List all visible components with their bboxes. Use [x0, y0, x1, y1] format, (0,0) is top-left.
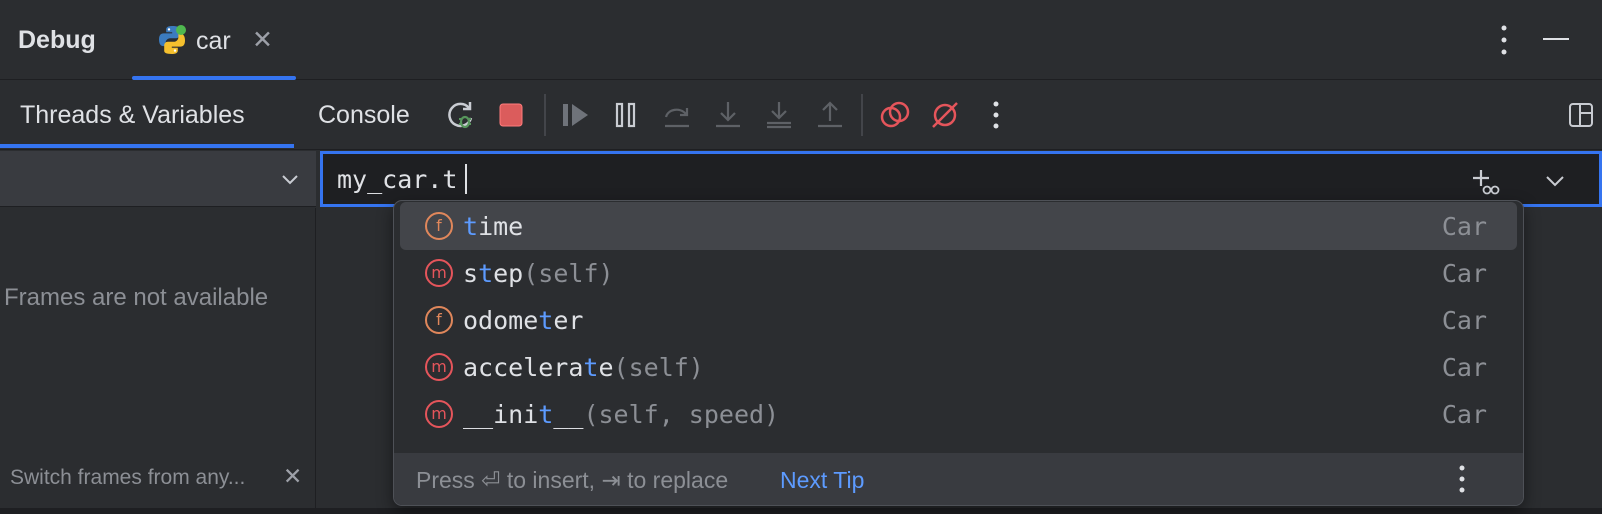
completion-item[interactable]: m step(self) Car — [400, 249, 1517, 297]
python-icon — [159, 25, 186, 54]
completion-item[interactable]: f odometer Car — [400, 296, 1517, 344]
rerun-debug-icon[interactable] — [443, 97, 479, 133]
status-strip — [0, 508, 1602, 514]
debugger-toolbar: Threads & Variables Console — [0, 80, 1602, 150]
method-kind-icon: m — [425, 353, 453, 381]
step-into-icon[interactable] — [710, 97, 746, 133]
toolbar-separator — [544, 94, 546, 136]
pause-icon[interactable] — [608, 97, 644, 133]
close-icon[interactable]: ✕ — [283, 463, 302, 490]
completion-type: Car — [1441, 306, 1487, 335]
method-kind-icon: m — [425, 259, 453, 287]
step-out-icon[interactable] — [812, 97, 848, 133]
completion-type: Car — [1441, 259, 1487, 288]
completion-type: Car — [1441, 353, 1487, 382]
stop-icon[interactable] — [493, 97, 529, 133]
completion-footer: Press ⏎ to insert, ⇥ to replace Next Tip — [394, 453, 1523, 505]
completion-name: step(self) — [463, 259, 614, 288]
completion-name-match: t — [538, 400, 554, 429]
field-kind-icon: f — [425, 212, 453, 240]
more-icon[interactable] — [978, 97, 1014, 133]
completion-name-after: ep — [493, 259, 524, 288]
frames-selector[interactable] — [0, 151, 316, 207]
completion-name-before: s — [463, 259, 479, 288]
completion-hint: Press ⏎ to insert, ⇥ to replace — [416, 467, 729, 493]
completion-name-after: e — [598, 353, 614, 382]
completion-item[interactable]: m accelerate(self) Car — [400, 343, 1517, 391]
completion-item[interactable]: m __init__(self, speed) Car — [400, 390, 1517, 438]
completion-name-match: t — [538, 306, 554, 335]
completion-name-params: (self) — [523, 259, 614, 288]
completion-name-params: (self, speed) — [583, 400, 780, 429]
completion-type: Car — [1441, 400, 1487, 429]
layout-icon[interactable] — [1563, 97, 1599, 133]
completion-popup: f time Car m step(self) Car f odometer Car m accel… — [393, 200, 1524, 506]
completion-name-after: ime — [478, 212, 524, 241]
resume-icon[interactable] — [558, 97, 594, 133]
completion-name-match: t — [463, 212, 479, 241]
completion-name-match: t — [478, 259, 494, 288]
run-tab-label: car — [196, 27, 231, 55]
completion-type: Car — [1441, 212, 1487, 241]
completion-name-before: __ini — [463, 400, 539, 429]
minimize-icon[interactable] — [1543, 38, 1569, 40]
mute-breakpoints-icon[interactable] — [927, 97, 963, 133]
evaluate-expression-field[interactable] — [320, 151, 1602, 207]
tab-threads-variables[interactable]: Threads & Variables — [20, 80, 245, 150]
completion-name: odometer — [463, 306, 583, 335]
completion-name: __init__(self, speed) — [463, 400, 779, 429]
frames-hint: Switch frames from any... — [10, 466, 246, 489]
completion-name-after: er — [553, 306, 584, 335]
run-config-tab[interactable]: car ✕ — [132, 0, 296, 80]
frames-panel: Frames are not available Switch frames f… — [0, 208, 316, 508]
completion-name-params: (self) — [613, 353, 704, 382]
step-into-my-code-icon[interactable] — [761, 97, 797, 133]
method-kind-icon: m — [425, 400, 453, 428]
completion-item[interactable]: f time Car — [400, 202, 1517, 250]
completion-name-after: __ — [553, 400, 584, 429]
active-tab-indicator — [0, 144, 294, 148]
chevron-down-icon — [282, 175, 298, 185]
title-bar: Debug car ✕ — [0, 0, 1602, 80]
completion-name: accelerate(self) — [463, 353, 704, 382]
completion-name-before: accelera — [463, 353, 584, 382]
view-breakpoints-icon[interactable] — [877, 97, 913, 133]
tool-window-title: Debug — [18, 26, 96, 54]
completion-name-before: odome — [463, 306, 539, 335]
step-over-icon[interactable] — [659, 97, 695, 133]
more-vertical-icon[interactable] — [1496, 22, 1512, 58]
completion-name-match: t — [583, 353, 599, 382]
add-watch-icon[interactable] — [1470, 167, 1500, 197]
chevron-down-icon[interactable] — [1544, 169, 1566, 191]
frames-empty-message: Frames are not available — [4, 284, 269, 311]
toolbar-separator — [861, 94, 863, 136]
close-icon[interactable]: ✕ — [252, 25, 273, 55]
expression-input[interactable] — [337, 165, 1137, 194]
more-vertical-icon[interactable] — [1454, 463, 1470, 495]
next-tip-link[interactable]: Next Tip — [780, 467, 864, 494]
completion-name: time — [463, 212, 523, 241]
tab-console[interactable]: Console — [318, 80, 410, 150]
field-kind-icon: f — [425, 306, 453, 334]
text-caret — [465, 164, 467, 194]
